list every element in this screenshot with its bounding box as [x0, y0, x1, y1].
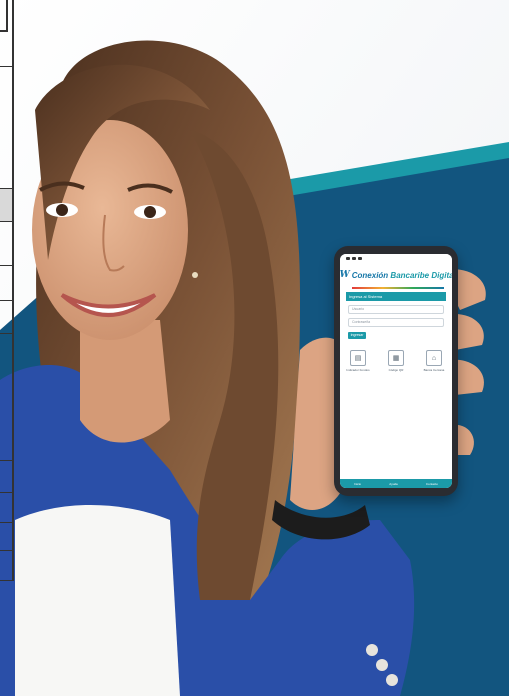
location-icon: ⌂	[426, 350, 442, 366]
login-section-title: Ingresa al Sistema	[346, 292, 446, 301]
smartphone: lW Conexión Bancaribe Digital Ingresa al…	[334, 246, 458, 496]
neck	[80, 320, 170, 443]
brand-suffix: Bancaribe Digital	[390, 270, 452, 280]
phone-screen: lW Conexión Bancaribe Digital Ingresa al…	[340, 254, 452, 488]
nav-item[interactable]: Ayuda	[389, 482, 397, 486]
nav-item[interactable]: Contacto	[426, 482, 438, 486]
shortcut-item[interactable]: ▤ Indicador Fondos	[345, 350, 371, 372]
status-bar	[340, 254, 452, 262]
brand-underline	[352, 287, 444, 289]
document-icon: ▤	[350, 350, 366, 366]
table-fragment	[0, 0, 14, 581]
app-logo: lW Conexión Bancaribe Digital	[340, 262, 452, 288]
nav-item[interactable]: Inicio	[354, 482, 361, 486]
shortcut-row: ▤ Indicador Fondos ▦ Código QR ⌂ Banca C…	[345, 350, 447, 372]
password-input[interactable]: Contraseña	[348, 318, 444, 327]
username-input[interactable]: Usuario	[348, 305, 444, 314]
shortcut-item[interactable]: ⌂ Banca Cercana	[421, 350, 447, 372]
login-button[interactable]: Ingresar	[348, 332, 366, 339]
brand-mark: lW	[340, 270, 350, 280]
qr-icon: ▦	[388, 350, 404, 366]
white-shirt	[15, 505, 180, 696]
table-header-cell	[0, 188, 12, 222]
shortcut-item[interactable]: ▦ Código QR	[383, 350, 409, 372]
bottom-nav: Inicio Ayuda Contacto	[340, 479, 452, 488]
promo-scene: lW Conexión Bancaribe Digital Ingresa al…	[0, 0, 509, 696]
brand-prefix: Conexión	[351, 270, 391, 280]
